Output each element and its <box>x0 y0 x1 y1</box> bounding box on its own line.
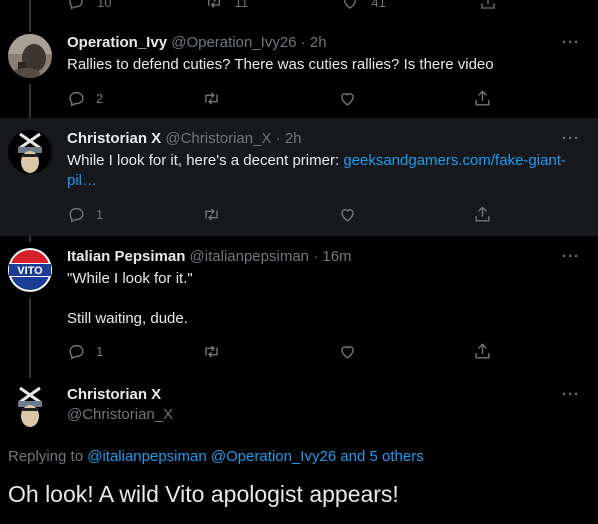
separator-dot: · <box>300 34 306 51</box>
retweet-icon <box>205 92 219 105</box>
tweet-header: Operation_Ivy @Operation_Ivy26 · 2h <box>67 33 586 53</box>
share-icon <box>475 343 490 359</box>
tweet[interactable]: VITO Italian Pepsiman @italianpepsiman ·… <box>0 236 598 374</box>
share-icon <box>475 206 490 222</box>
user-handle[interactable]: @italianpepsiman <box>190 248 309 265</box>
reply-icon <box>69 344 84 360</box>
timestamp[interactable]: 16m <box>322 248 351 265</box>
retweet-icon <box>205 208 219 221</box>
reply-count: 2 <box>96 91 104 106</box>
reply-count: 1 <box>96 344 104 359</box>
more-options-icon[interactable]: ··· <box>562 34 580 51</box>
retweet-action[interactable] <box>202 342 262 361</box>
separator-dot: · <box>313 248 319 265</box>
reply-action[interactable]: 2 <box>67 89 127 108</box>
timestamp[interactable]: 2h <box>310 34 327 51</box>
more-options-icon[interactable]: ··· <box>562 130 580 147</box>
user-handle[interactable]: @Operation_Ivy26 <box>171 34 296 51</box>
christorian-avatar-icon <box>8 384 52 428</box>
replying-prefix: Replying to <box>8 448 88 465</box>
christorian-avatar-icon <box>8 130 52 174</box>
display-name[interactable]: Christorian X <box>67 130 161 147</box>
avatar[interactable]: VITO <box>8 248 52 292</box>
user-handle[interactable]: @Christorian_X <box>165 130 271 147</box>
main-user-handle[interactable]: @Christorian_X <box>67 406 173 423</box>
retweet-action[interactable] <box>202 89 262 108</box>
reply-count: 1 <box>96 207 104 222</box>
share-action[interactable] <box>473 205 492 224</box>
like-action[interactable] <box>338 89 398 108</box>
tweet-text: Rallies to defend cuties? There was cuti… <box>67 56 494 73</box>
replying-others-link[interactable]: and 5 others <box>340 448 423 465</box>
tweet-actions: 1 <box>67 205 492 224</box>
avatar-photo-icon <box>8 34 52 78</box>
share-action[interactable] <box>473 89 492 108</box>
timestamp[interactable]: 2h <box>285 130 302 147</box>
tweet-actions: 2 <box>67 89 492 108</box>
reply-action[interactable]: 1 <box>67 342 127 361</box>
share-icon <box>475 90 490 106</box>
more-options-icon[interactable]: ··· <box>562 248 580 265</box>
vito-logo-icon: VITO <box>8 248 52 292</box>
like-action[interactable] <box>338 342 398 361</box>
reply-action[interactable]: 1 <box>67 205 127 224</box>
reply-icon <box>69 207 84 223</box>
heart-icon <box>340 346 354 359</box>
retweet-action[interactable] <box>202 205 262 224</box>
heart-icon <box>340 209 354 222</box>
share-action[interactable] <box>473 342 492 361</box>
separator-dot: · <box>275 130 281 147</box>
heart-icon <box>340 93 354 106</box>
avatar[interactable] <box>8 384 52 428</box>
tweet-actions: 1 <box>67 342 492 361</box>
tweet[interactable]: Christorian X @Christorian_X · 2h While … <box>0 118 598 236</box>
display-name[interactable]: Operation_Ivy <box>67 34 167 51</box>
avatar[interactable] <box>8 34 52 78</box>
tweet[interactable]: Operation_Ivy @Operation_Ivy26 · 2h Rall… <box>0 0 598 118</box>
reply-icon <box>69 91 84 107</box>
retweet-icon <box>205 345 219 358</box>
tweet-header: Italian Pepsiman @italianpepsiman · 16m <box>67 247 586 267</box>
main-tweet-text: Oh look! A wild Vito apologist appears! <box>8 481 399 507</box>
replying-to: Replying to @italianpepsiman @Operation_… <box>8 448 424 465</box>
tweet-header: Christorian X @Christorian_X · 2h <box>67 129 586 149</box>
main-display-name[interactable]: Christorian X <box>67 386 161 403</box>
like-action[interactable] <box>338 205 398 224</box>
more-options-icon[interactable]: ··· <box>562 386 580 403</box>
replying-user-link[interactable]: @Operation_Ivy26 <box>211 448 336 465</box>
tweet-text: "While I look for it." Still waiting, du… <box>67 270 193 327</box>
tweet-text: While I look for it, here's a decent pri… <box>67 151 586 191</box>
display-name[interactable]: Italian Pepsiman <box>67 248 185 265</box>
replying-user-link[interactable]: @italianpepsiman <box>87 448 206 465</box>
tweet-text-body: While I look for it, here's a decent pri… <box>67 152 344 169</box>
avatar[interactable] <box>8 130 52 174</box>
vito-logo-text: VITO <box>17 265 43 277</box>
